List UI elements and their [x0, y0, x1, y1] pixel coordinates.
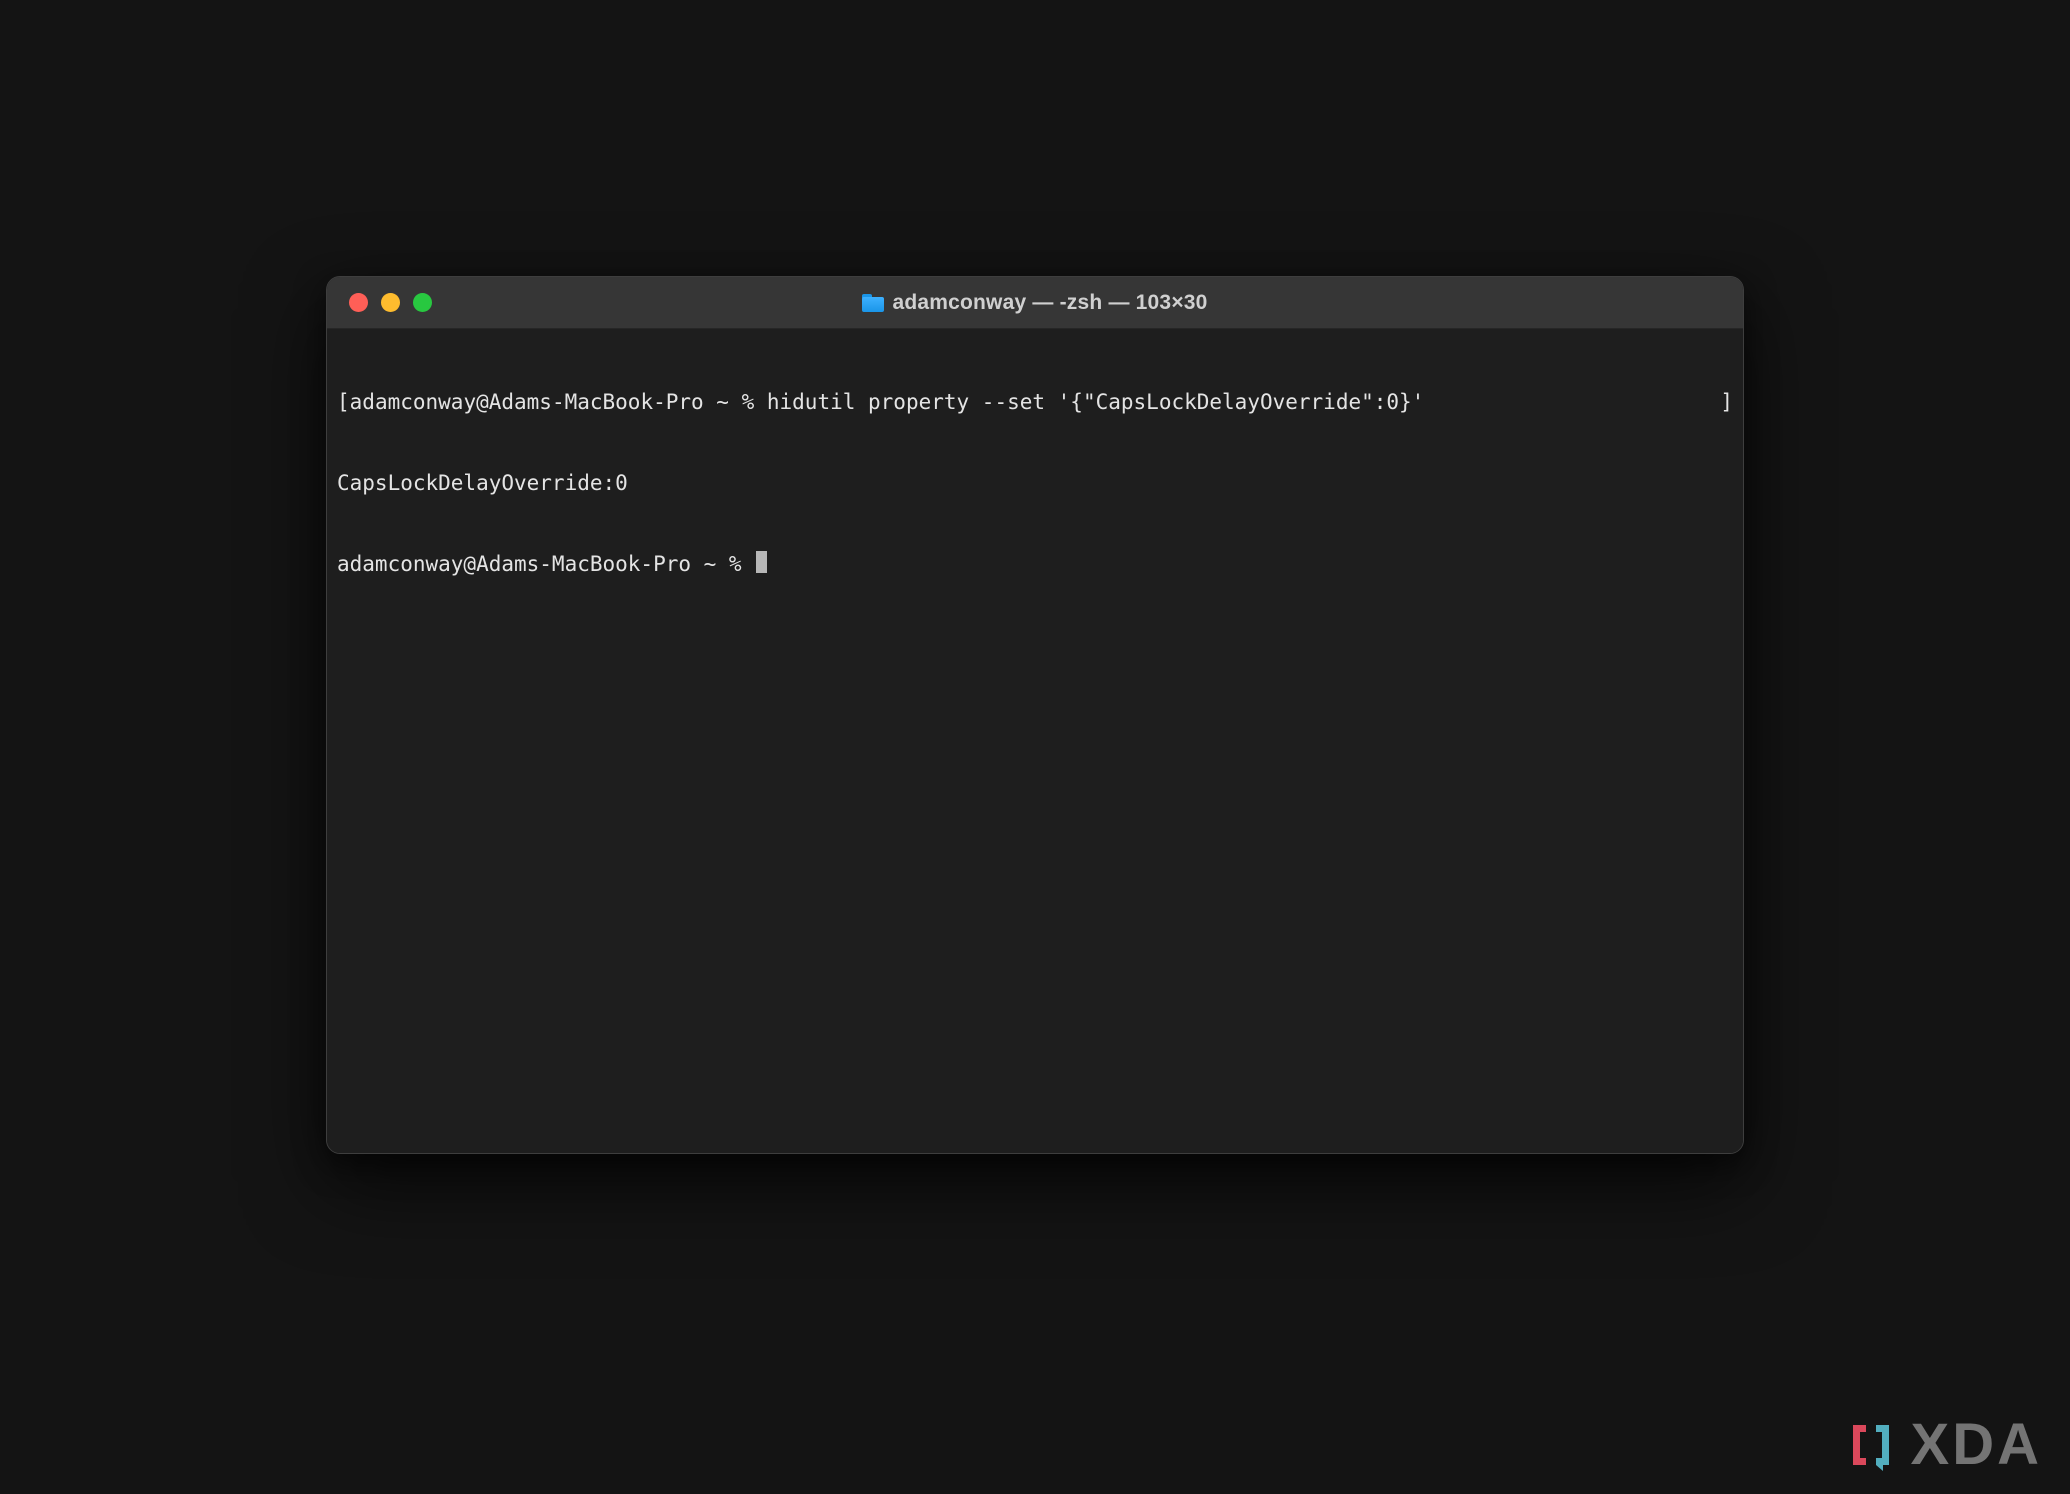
- window-title-wrap: adamconway — -zsh — 103×30: [327, 291, 1743, 315]
- line-content: adamconway@Adams-MacBook-Pro ~ % hidutil…: [350, 389, 1425, 416]
- folder-icon: [862, 294, 884, 312]
- terminal-body[interactable]: [ adamconway@Adams-MacBook-Pro ~ % hidut…: [327, 329, 1743, 1153]
- line-open-bracket: [: [337, 389, 350, 416]
- title-bar[interactable]: adamconway — -zsh — 103×30: [327, 277, 1743, 329]
- terminal-window[interactable]: adamconway — -zsh — 103×30 [ adamconway@…: [326, 276, 1744, 1154]
- watermark-bracket-icon: [1845, 1419, 1897, 1471]
- line-spacer: [1424, 389, 1720, 416]
- terminal-line: CapsLockDelayOverride:0: [337, 470, 1733, 497]
- line-close-bracket: ]: [1720, 389, 1733, 416]
- cursor-block: [756, 551, 767, 573]
- window-title: adamconway — -zsh — 103×30: [892, 291, 1207, 315]
- terminal-line: [ adamconway@Adams-MacBook-Pro ~ % hidut…: [337, 389, 1733, 416]
- watermark: XDA: [1845, 1416, 2042, 1474]
- prompt-content: adamconway@Adams-MacBook-Pro ~ %: [337, 551, 754, 578]
- terminal-line: adamconway@Adams-MacBook-Pro ~ %: [337, 551, 1733, 578]
- line-content: CapsLockDelayOverride:0: [337, 470, 628, 497]
- close-button[interactable]: [349, 293, 368, 312]
- zoom-button[interactable]: [413, 293, 432, 312]
- minimize-button[interactable]: [381, 293, 400, 312]
- watermark-text: XDA: [1911, 1416, 2042, 1474]
- traffic-lights: [327, 293, 432, 312]
